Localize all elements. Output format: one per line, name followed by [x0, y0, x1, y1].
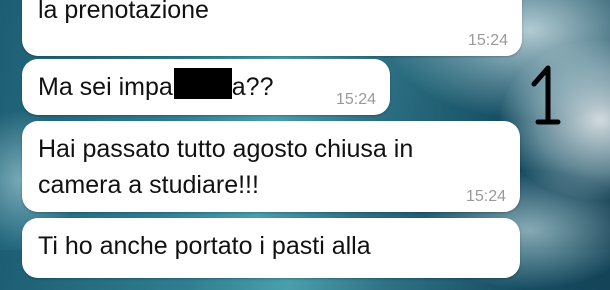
message-text-after: a?? — [231, 73, 274, 101]
message-text: Ti ho anche portato i pasti alla — [38, 232, 371, 260]
message-bubble[interactable]: Hai passato tutto agosto chiusa in camer… — [22, 121, 520, 212]
message-text: Hai passato tutto agosto chiusa in camer… — [38, 135, 414, 199]
handwritten-number-annotation — [531, 65, 561, 125]
message-bubble[interactable]: Ma sei impa a?? 15:24 — [22, 59, 390, 115]
message-time: 15:24 — [335, 91, 376, 108]
message-text-before: Ma sei impa — [38, 73, 173, 101]
message-time: 15:24 — [465, 188, 506, 205]
message-bubble[interactable]: la prenotazione 15:24 — [22, 0, 522, 56]
message-text: la prenotazione — [38, 0, 209, 24]
redaction-block — [173, 68, 232, 99]
message-bubble[interactable]: Ti ho anche portato i pasti alla — [22, 218, 520, 278]
message-time: 15:24 — [467, 32, 508, 49]
